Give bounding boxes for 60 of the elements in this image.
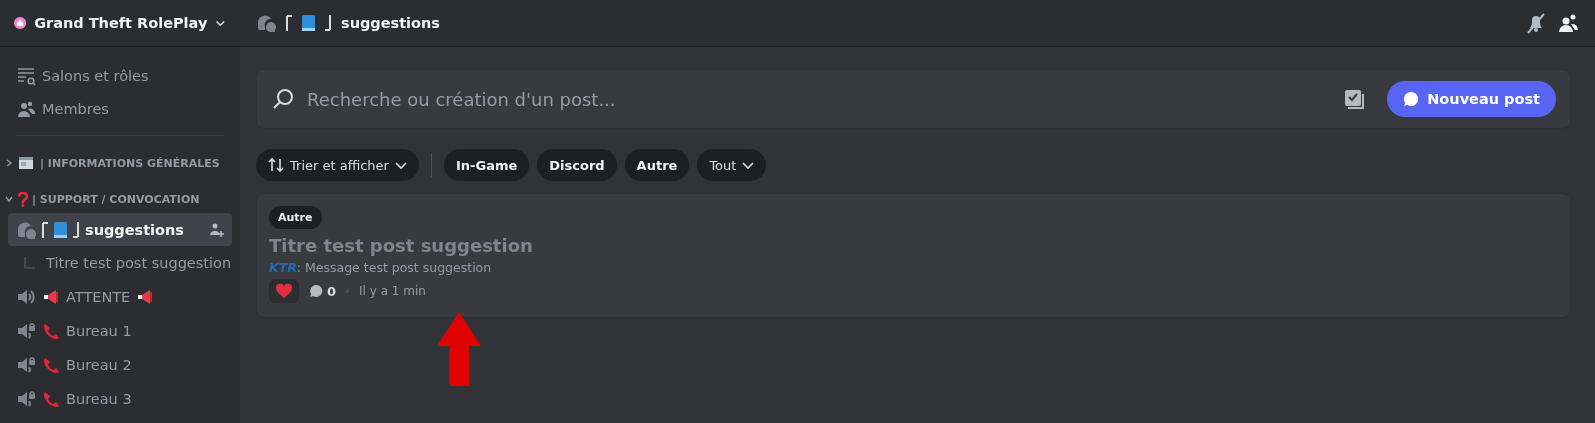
chevron-down-icon bbox=[394, 159, 407, 171]
channel-title: suggestions bbox=[341, 15, 440, 31]
chevron-right-icon[interactable] bbox=[4, 158, 14, 168]
search-icon bbox=[271, 87, 295, 111]
speaker-lock-icon bbox=[16, 388, 36, 409]
post-card[interactable]: Autre Titre test post suggestion KTR: Message test post suggestion 0 Il y a 1 min bbox=[256, 193, 1571, 318]
chevron-down-icon[interactable] bbox=[4, 194, 14, 204]
question-emoji-icon bbox=[18, 191, 28, 207]
chat-bubble-icon bbox=[1403, 91, 1420, 107]
channel-item[interactable]: suggestions bbox=[8, 213, 232, 246]
corner-bracket-icon bbox=[73, 221, 79, 238]
channel-item[interactable]: Bureau 1 bbox=[8, 314, 232, 347]
sort-arrows-icon bbox=[268, 157, 284, 173]
server-name[interactable]: Grand Theft RolePlay bbox=[34, 15, 208, 31]
thread-branch-icon bbox=[24, 256, 36, 269]
muted-bell-icon[interactable] bbox=[1525, 12, 1547, 34]
new-post-button[interactable]: Nouveau post bbox=[1387, 81, 1556, 117]
channel-item[interactable]: Bureau 2 bbox=[8, 348, 232, 381]
newspaper-emoji-icon bbox=[18, 154, 36, 172]
sidebar-link[interactable]: Salons et rôles bbox=[8, 59, 232, 92]
tag-filter[interactable]: Autre bbox=[624, 149, 690, 181]
members-icon[interactable] bbox=[1557, 12, 1579, 34]
speaker-lock-icon bbox=[16, 354, 36, 375]
post-tag: Autre bbox=[269, 206, 322, 229]
thread-item[interactable]: Titre test post suggestion bbox=[8, 246, 232, 279]
checklist-icon[interactable] bbox=[1343, 88, 1366, 110]
reaction-button[interactable] bbox=[269, 279, 299, 303]
comment-count: 0 bbox=[327, 283, 337, 299]
sort-button[interactable]: Trier et afficher bbox=[256, 149, 419, 181]
speaker-lock-icon bbox=[16, 320, 36, 341]
phone-emoji-icon bbox=[42, 355, 60, 374]
corner-bracket-icon bbox=[325, 15, 331, 31]
book-emoji-icon bbox=[54, 221, 67, 238]
tag-filter[interactable]: In-Game bbox=[443, 149, 530, 181]
book-emoji-icon bbox=[302, 15, 315, 31]
category-name[interactable]: | SUPPORT / CONVOCATION bbox=[32, 192, 200, 206]
all-tags-dropdown[interactable]: Tout bbox=[697, 149, 767, 181]
tag-filter[interactable]: Discord bbox=[537, 149, 617, 181]
heart-icon bbox=[275, 283, 293, 299]
phone-emoji-icon bbox=[42, 321, 60, 340]
sidebar-link[interactable]: Membres bbox=[8, 92, 232, 125]
forum-icon bbox=[256, 13, 276, 33]
megaphone-emoji-icon bbox=[42, 287, 60, 306]
add-member-icon[interactable] bbox=[208, 221, 224, 238]
search-field[interactable]: Recherche ou création d'un post... Nouveau post bbox=[256, 69, 1571, 129]
chevron-down-icon bbox=[742, 159, 755, 171]
channel-item[interactable]: Bureau 3 bbox=[8, 382, 232, 415]
channel-list-icon bbox=[16, 65, 36, 86]
corner-bracket-icon bbox=[42, 221, 48, 238]
channel-item[interactable]: ATTENTE bbox=[8, 280, 232, 313]
category-name[interactable]: | INFORMATIONS GÉNÉRALES bbox=[40, 156, 220, 170]
post-title: Titre test post suggestion bbox=[269, 235, 533, 256]
post-time: Il y a 1 min bbox=[359, 284, 426, 298]
server-icon bbox=[14, 15, 27, 31]
comment-icon bbox=[309, 284, 323, 298]
post-preview: KTR: Message test post suggestion bbox=[269, 260, 492, 275]
corner-bracket-icon bbox=[286, 15, 292, 31]
forum-icon bbox=[16, 219, 36, 240]
phone-emoji-icon bbox=[42, 389, 60, 408]
megaphone-emoji-icon bbox=[136, 287, 155, 306]
